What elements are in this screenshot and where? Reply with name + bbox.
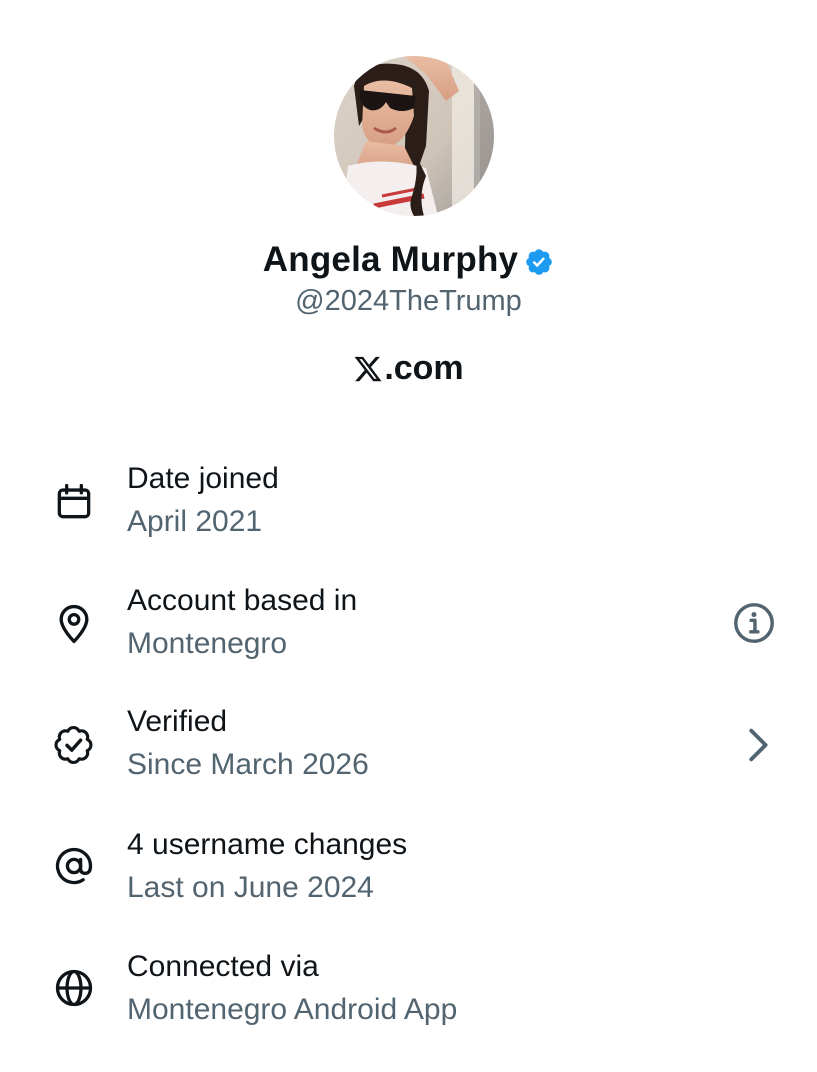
profile-handle[interactable]: @2024TheTrump bbox=[0, 285, 817, 318]
profile-name-row: Angela Murphy bbox=[0, 240, 817, 280]
about-row-title: Verified bbox=[127, 705, 228, 738]
display-name: Angela Murphy bbox=[262, 240, 519, 279]
about-row-title: Date joined bbox=[127, 462, 279, 495]
about-row-date-joined: Date joined April 2021 bbox=[0, 458, 817, 558]
avatar[interactable] bbox=[334, 56, 494, 216]
chevron-right-icon[interactable] bbox=[734, 722, 780, 768]
about-row-account-based-in: Account based in Montenegro bbox=[0, 580, 817, 680]
calendar-icon bbox=[57, 483, 91, 519]
about-row-subtitle: Montenegro bbox=[127, 627, 288, 660]
site-link[interactable]: .com bbox=[0, 349, 817, 388]
about-row-connected-via: Connected via Montenegro Android App bbox=[0, 946, 817, 1046]
about-row-verified[interactable]: Verified Since March 2026 bbox=[0, 701, 817, 801]
avatar-photo bbox=[334, 56, 494, 216]
about-row-title: Connected via bbox=[127, 950, 319, 983]
at-sign-icon bbox=[55, 847, 93, 885]
location-pin-icon bbox=[59, 604, 89, 644]
about-row-title: Account based in bbox=[127, 584, 358, 617]
about-row-subtitle: Since March 2026 bbox=[127, 748, 369, 781]
x-logo-icon bbox=[354, 356, 382, 381]
about-row-username-changes: 4 username changes Last on June 2024 bbox=[0, 824, 817, 924]
site-text: .com bbox=[384, 349, 464, 387]
globe-icon bbox=[55, 969, 93, 1007]
about-row-subtitle: Montenegro Android App bbox=[127, 993, 458, 1026]
about-row-subtitle: April 2021 bbox=[127, 505, 263, 538]
info-icon[interactable] bbox=[731, 600, 777, 646]
about-row-title: 4 username changes bbox=[127, 828, 408, 861]
about-row-subtitle: Last on June 2024 bbox=[127, 871, 374, 904]
verified-badge-icon[interactable] bbox=[524, 247, 554, 277]
verified-badge-outline-icon bbox=[54, 725, 93, 765]
